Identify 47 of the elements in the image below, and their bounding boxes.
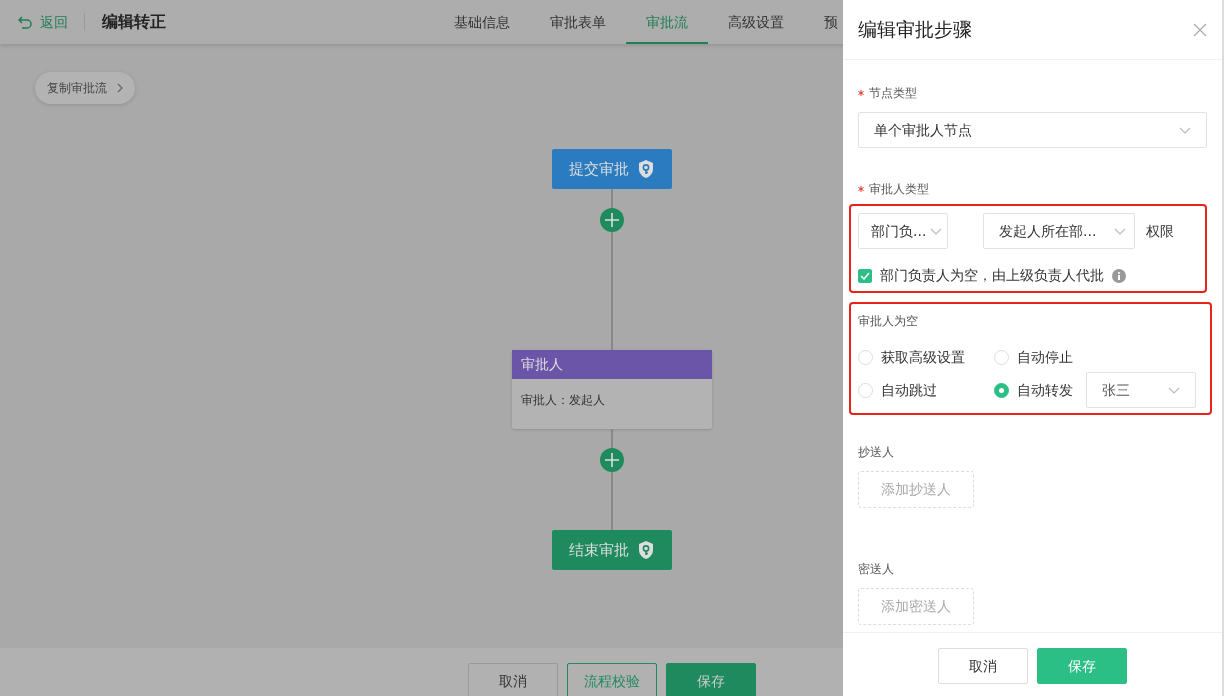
check-icon [860, 271, 870, 280]
permission-label: 权限 [1146, 221, 1174, 241]
shield-icon [637, 159, 655, 179]
checkbox[interactable] [858, 268, 872, 283]
submit-node[interactable]: 提交审批 [552, 149, 672, 189]
forward-select[interactable]: 张三 [1086, 372, 1196, 408]
close-button[interactable] [1193, 22, 1207, 37]
field-label: 节点类型 [869, 85, 917, 102]
radio-button[interactable] [994, 382, 1009, 398]
node-type-select[interactable]: 单个审批人节点 [858, 112, 1207, 148]
plus-icon [605, 213, 619, 227]
caret-icon [1168, 386, 1180, 394]
caret-icon [930, 227, 943, 235]
radio-label: 自动跳过 [881, 380, 937, 400]
field-label: 抄送人 [858, 444, 895, 461]
end-node[interactable]: 结束审批 [552, 530, 672, 570]
copy-flow-button[interactable]: 复制审批流 [35, 72, 135, 104]
tab[interactable]: 基础信息 [434, 0, 530, 44]
approver-node-text: 审批人：发起人 [520, 392, 606, 409]
tab[interactable]: 高级设置 [708, 0, 804, 44]
back-icon [18, 15, 32, 29]
field-label: 密送人 [858, 561, 895, 578]
field-label: 审批人类型 [869, 181, 929, 198]
drawer-title: 编辑审批步骤 [858, 17, 972, 43]
checkbox-label: 部门负责人为空，由上级负责人代批 [880, 266, 1104, 285]
chevron-icon [117, 83, 123, 93]
approver-type-select[interactable]: 部门负... [858, 213, 948, 249]
approver-node[interactable]: 审批人 审批人：发起人 [512, 350, 712, 429]
caret-icon [1179, 126, 1191, 134]
tab[interactable]: 预 [804, 0, 838, 44]
radio-label: 自动转发 [1017, 380, 1073, 400]
add-node-button[interactable] [600, 448, 624, 472]
approver-node-header[interactable]: 审批人 [512, 350, 712, 379]
approver-type-select[interactable]: 发起人所在部... [983, 213, 1135, 249]
caret-icon [1114, 227, 1126, 235]
close-icon [1193, 22, 1207, 37]
plus-icon [605, 453, 619, 467]
cancel-button[interactable]: 取消 [468, 663, 558, 696]
shield-icon [637, 540, 655, 560]
radio-label: 自动停止 [1017, 347, 1073, 367]
page-title: 编辑转正 [102, 11, 166, 33]
radio-label: 获取高级设置 [881, 347, 965, 367]
tab[interactable]: 审批表单 [530, 0, 626, 44]
cancel-button[interactable]: 取消 [938, 648, 1028, 684]
add-node-button[interactable] [600, 208, 624, 232]
info-icon [1112, 268, 1126, 283]
field-label: 审批人为空 [858, 313, 919, 330]
